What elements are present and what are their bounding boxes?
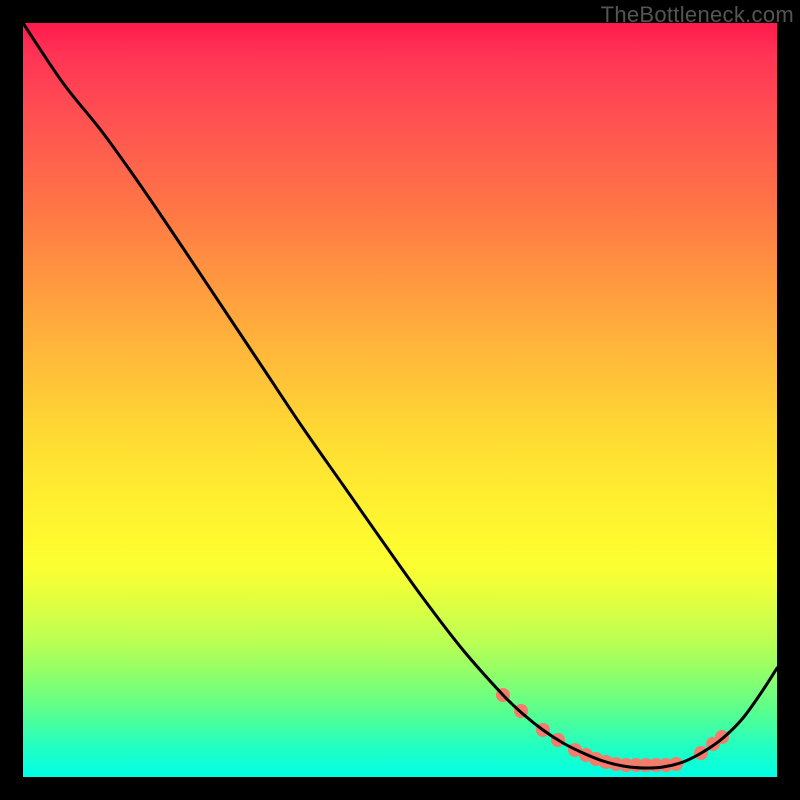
- chart-plot-area: [23, 23, 777, 777]
- bottleneck-chart-svg: [23, 23, 777, 777]
- markers-group: [496, 688, 729, 772]
- bottleneck-curve-line: [23, 23, 777, 768]
